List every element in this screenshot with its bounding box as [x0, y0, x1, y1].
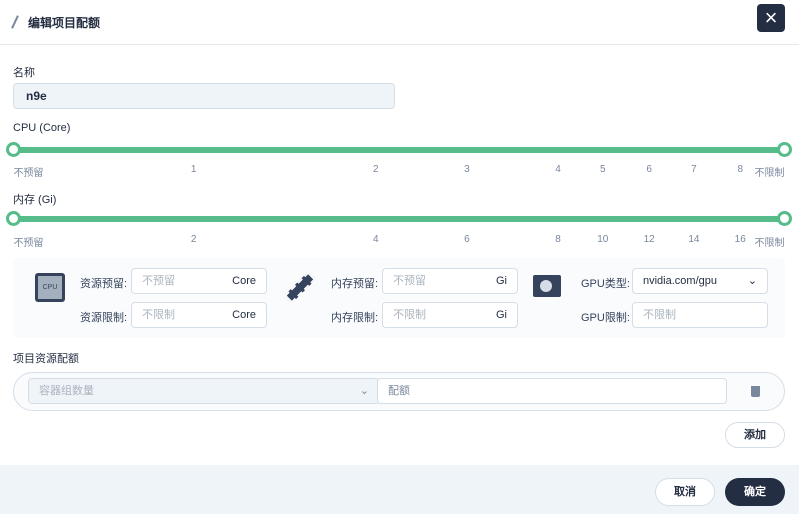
- tick: 4: [555, 164, 561, 175]
- tick: 7: [691, 164, 697, 175]
- memory-icon: [284, 271, 316, 304]
- memory-label: 内存 (Gi): [13, 194, 57, 206]
- tick: 不预留: [13, 168, 44, 179]
- tick: 2: [190, 234, 197, 245]
- gpu-limit-input[interactable]: 不限制: [632, 302, 768, 328]
- modal-title: 编辑项目配额: [28, 15, 101, 30]
- tick: 5: [600, 164, 606, 175]
- tick: 不限制: [754, 238, 785, 249]
- tick: 1: [190, 164, 197, 175]
- gpu-icon: [533, 275, 561, 297]
- cpu-ticks: 不预留 1 2 3 4 5 6 7 8 不限制: [13, 164, 785, 179]
- cpu-slider-max-handle[interactable]: [777, 142, 792, 157]
- memory-request-label: 内存预留:: [331, 278, 379, 290]
- chevron-down-icon: ⌄: [747, 275, 757, 287]
- cpu-icon: CPU: [35, 273, 65, 302]
- chevron-down-icon: ⌄: [359, 385, 369, 397]
- tick: 不限制: [754, 168, 785, 179]
- cpu-limit-input[interactable]: 不限制 Core: [131, 302, 267, 328]
- tick: 6: [646, 164, 652, 175]
- tick: 2: [373, 164, 379, 175]
- cpu-slider[interactable]: [6, 142, 792, 157]
- memory-limit-label: 内存限制:: [331, 312, 379, 324]
- modal-header: 编辑项目配额: [0, 0, 799, 45]
- memory-ticks: 不预留 2 4 6 8 10 12 14 16 不限制: [13, 234, 785, 249]
- tick: 8: [555, 234, 561, 245]
- close-button[interactable]: ×: [757, 4, 785, 32]
- quota-type-select[interactable]: 容器组数量 ⌄: [28, 378, 380, 404]
- add-button[interactable]: 添加: [725, 422, 785, 448]
- memory-limit-input[interactable]: 不限制 Gi: [382, 302, 518, 328]
- quota-value-input[interactable]: 配额: [377, 378, 727, 404]
- tick: 10: [597, 234, 609, 245]
- quota-label: 项目资源配额: [13, 353, 79, 365]
- memory-request-input[interactable]: 不预留 Gi: [382, 268, 518, 294]
- tick: 8: [737, 164, 743, 175]
- tick: 不预留: [13, 238, 44, 249]
- cpu-slider-min-handle[interactable]: [6, 142, 21, 157]
- cpu-request-label: 资源预留:: [80, 278, 128, 290]
- memory-slider-min-handle[interactable]: [6, 211, 21, 226]
- tick: 6: [464, 234, 470, 245]
- tick: 14: [688, 234, 700, 245]
- cpu-label: CPU (Core): [13, 122, 71, 134]
- tick: 12: [643, 234, 655, 245]
- quota-row: 容器组数量 ⌄ 配额: [13, 372, 785, 411]
- trash-icon[interactable]: [751, 386, 760, 397]
- gpu-limit-label: GPU限制:: [581, 312, 630, 324]
- gpu-type-select[interactable]: nvidia.com/gpu ⌄: [632, 268, 768, 294]
- cpu-limit-label: 资源限制:: [80, 312, 128, 324]
- tick: 3: [464, 164, 470, 175]
- name-input[interactable]: n9e: [13, 83, 395, 109]
- memory-slider-max-handle[interactable]: [777, 211, 792, 226]
- cpu-request-input[interactable]: 不预留 Core: [131, 268, 267, 294]
- confirm-button[interactable]: 确定: [725, 478, 785, 506]
- tick: 4: [373, 234, 379, 245]
- edit-icon: [11, 15, 19, 29]
- cancel-button[interactable]: 取消: [655, 478, 715, 506]
- gpu-type-label: GPU类型:: [581, 278, 630, 290]
- name-label: 名称: [13, 67, 35, 79]
- resource-panel: CPU 资源预留: 不预留 Core 资源限制: 不限制 Core 内存预留: 不预…: [13, 258, 785, 338]
- modal-footer: 取消 确定: [0, 465, 799, 514]
- tick: 16: [734, 234, 746, 245]
- memory-slider[interactable]: [6, 211, 792, 226]
